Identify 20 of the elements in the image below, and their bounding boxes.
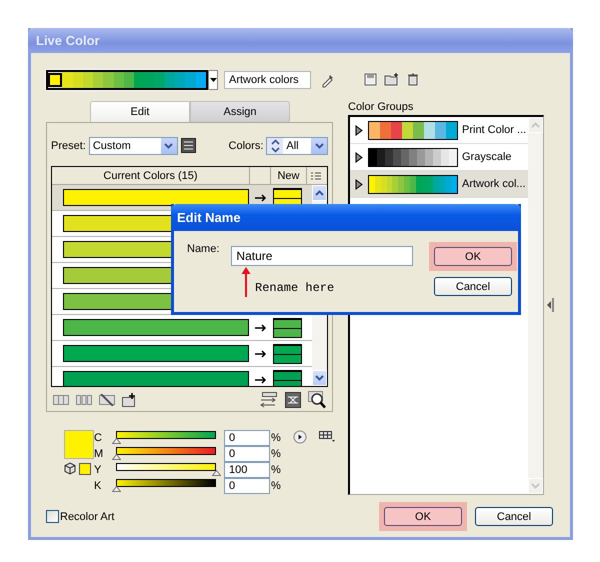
column-header: New (271, 167, 307, 184)
window-title: Live Color (36, 33, 100, 48)
group-name: Artwork col... (462, 178, 526, 190)
name-label: Name: (187, 243, 220, 255)
percent-unit: % (271, 432, 281, 444)
percent-unit: % (271, 464, 281, 476)
dialog-title: Edit Name (177, 210, 241, 225)
annotation-text: Rename here (255, 281, 334, 295)
percent-unit: % (271, 480, 281, 492)
group-name: Print Color ... (462, 124, 526, 136)
percent-unit: % (271, 448, 281, 460)
channel-label: C (94, 432, 103, 444)
channel-label: Y (94, 464, 102, 476)
group-name: Grayscale (462, 151, 512, 163)
preset-label: Preset: (51, 140, 86, 152)
column-header: Current Colors (15) (52, 167, 250, 184)
colors-label: Colors: (228, 140, 264, 152)
channel-label: M (94, 448, 104, 460)
color-groups-label: Color Groups (348, 101, 414, 114)
channel-label: K (94, 480, 102, 492)
